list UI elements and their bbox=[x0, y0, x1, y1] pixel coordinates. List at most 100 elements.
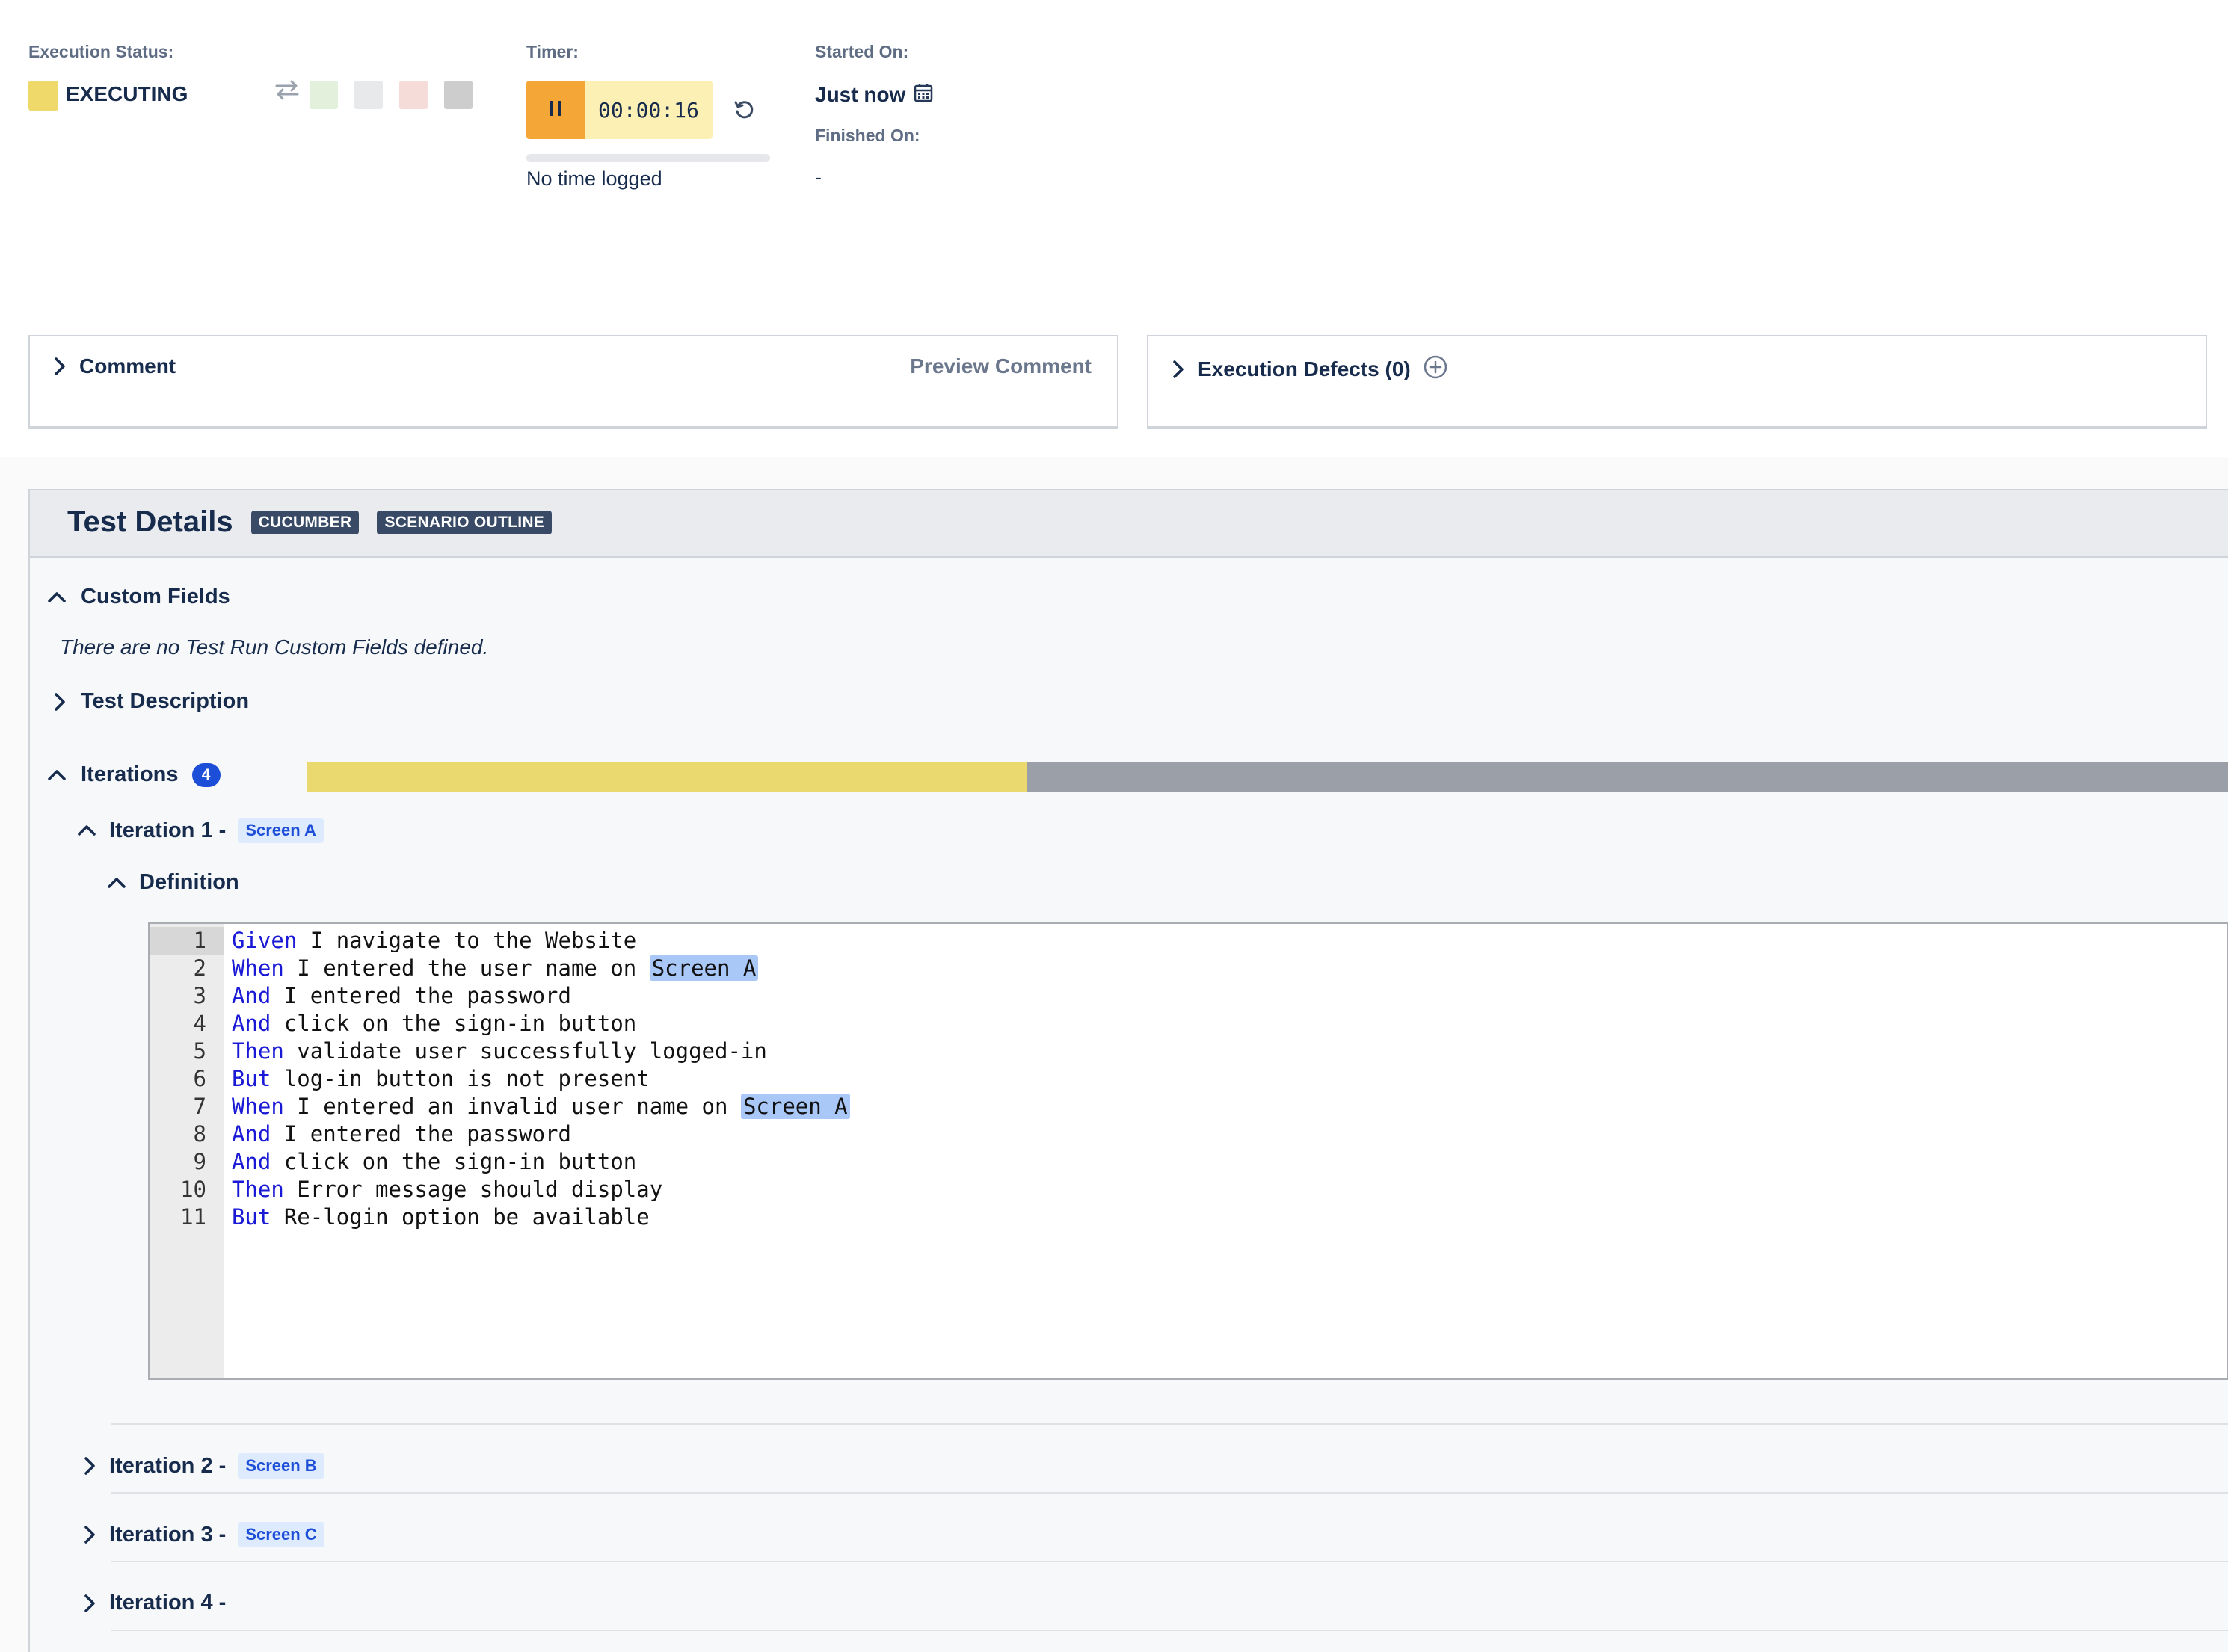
custom-fields-title: Custom Fields bbox=[81, 585, 230, 608]
defects-toggle[interactable]: Execution Defects (0) bbox=[1171, 354, 1448, 383]
gherkin-keyword: Then bbox=[232, 1177, 284, 1202]
chevron-up-icon bbox=[46, 590, 67, 605]
iteration-1-label: Iteration 1 - bbox=[109, 818, 227, 842]
test-details-header: Test Details CUCUMBER SCENARIO OUTLINE bbox=[30, 490, 2228, 558]
pause-icon bbox=[547, 99, 564, 121]
iteration-divider bbox=[111, 1423, 2228, 1425]
gherkin-keyword: Then bbox=[232, 1038, 284, 1064]
line-number: 4 bbox=[193, 1011, 206, 1036]
comment-panel: Comment Preview Comment bbox=[28, 335, 1118, 429]
gherkin-keyword: But bbox=[232, 1204, 271, 1230]
step-text: click on the sign-in button bbox=[271, 1011, 637, 1036]
line-number-gutter: 1 2 3 4 5 6 7 8 9 10 11 bbox=[150, 924, 224, 1378]
line-number: 3 bbox=[193, 983, 206, 1008]
status-option-not-executed[interactable] bbox=[354, 81, 383, 109]
started-on-value: Just now bbox=[815, 82, 906, 106]
code-line: Then Error message should display bbox=[232, 1176, 850, 1203]
swap-arrows-icon[interactable] bbox=[272, 78, 302, 105]
status-option-pass[interactable] bbox=[310, 81, 338, 109]
status-option-fail[interactable] bbox=[399, 81, 428, 109]
code-line: And click on the sign-in button bbox=[232, 1148, 850, 1176]
code-line: When I entered the user name on Screen A bbox=[232, 955, 850, 982]
step-text: I entered an invalid user name on bbox=[283, 1094, 741, 1119]
code-content: Given I navigate to the Website When I en… bbox=[232, 927, 850, 1231]
reset-icon[interactable] bbox=[733, 99, 755, 125]
execution-status-label: Execution Status: bbox=[28, 42, 174, 61]
line-number: 10 bbox=[180, 1177, 206, 1202]
chevron-right-icon bbox=[52, 691, 67, 712]
code-line: But Re-login option be available bbox=[232, 1203, 850, 1231]
step-text: Re-login option be available bbox=[271, 1204, 650, 1230]
chevron-up-icon bbox=[46, 768, 67, 783]
test-details-title-row: Test Details CUCUMBER SCENARIO OUTLINE bbox=[67, 505, 553, 539]
add-circle-icon[interactable] bbox=[1423, 354, 1448, 383]
iterations-title: Iterations bbox=[81, 762, 179, 786]
code-line: And click on the sign-in button bbox=[232, 1010, 850, 1038]
code-line: And I entered the password bbox=[232, 982, 850, 1010]
iteration-divider bbox=[111, 1561, 2228, 1562]
iteration-1-toggle[interactable]: Iteration 1 - Screen A bbox=[76, 818, 324, 843]
chevron-right-icon bbox=[82, 1455, 97, 1476]
chevron-up-icon bbox=[76, 823, 97, 838]
code-line: Then validate user successfully logged-i… bbox=[232, 1038, 850, 1065]
comment-title: Comment bbox=[79, 354, 176, 377]
line-number: 1 bbox=[193, 928, 206, 953]
status-options bbox=[310, 81, 473, 109]
scenario-outline-tag: SCENARIO OUTLINE bbox=[377, 510, 553, 534]
test-details-title: Test Details bbox=[67, 505, 233, 538]
line-number: 6 bbox=[193, 1066, 206, 1091]
line-number: 7 bbox=[193, 1094, 206, 1119]
code-line: Given I navigate to the Website bbox=[232, 927, 850, 955]
gherkin-keyword: And bbox=[232, 1011, 271, 1036]
code-line: When I entered an invalid user name on S… bbox=[232, 1093, 850, 1121]
execution-defects-title: Execution Defects (0) bbox=[1198, 357, 1411, 380]
preview-comment-button[interactable]: Preview Comment bbox=[910, 354, 1092, 378]
comment-toggle[interactable]: Comment bbox=[52, 354, 176, 378]
chevron-right-icon bbox=[82, 1593, 97, 1614]
custom-fields-empty-note: There are no Test Run Custom Fields defi… bbox=[60, 635, 489, 659]
parameter-highlight: Screen A bbox=[740, 1094, 850, 1119]
parameter-highlight: Screen A bbox=[649, 955, 759, 981]
iteration-3-label: Iteration 3 - bbox=[109, 1522, 227, 1547]
iteration-3-screen-tag: Screen C bbox=[238, 1522, 324, 1547]
test-description-title: Test Description bbox=[81, 689, 250, 713]
iteration-divider bbox=[111, 1492, 2228, 1494]
gherkin-keyword: When bbox=[232, 1094, 284, 1119]
status-color-swatch bbox=[28, 81, 58, 111]
finished-on-label: Finished On: bbox=[815, 126, 920, 145]
line-number: 2 bbox=[193, 955, 206, 981]
chevron-right-icon bbox=[52, 356, 67, 377]
iterations-count-badge: 4 bbox=[191, 762, 221, 787]
finished-on-value: - bbox=[815, 166, 822, 188]
definition-code-editor[interactable]: 1 2 3 4 5 6 7 8 9 10 11 Given I navigate to the We… bbox=[148, 922, 2228, 1380]
step-text: I entered the password bbox=[271, 983, 571, 1008]
iteration-4-toggle[interactable]: Iteration 4 - bbox=[82, 1591, 226, 1615]
gherkin-keyword: And bbox=[232, 1149, 271, 1174]
pause-button[interactable] bbox=[526, 81, 585, 139]
gherkin-keyword: When bbox=[232, 955, 284, 981]
definition-toggle[interactable]: Definition bbox=[106, 870, 239, 895]
timer-label: Timer: bbox=[526, 42, 579, 61]
step-text: validate user successfully logged-in bbox=[283, 1038, 767, 1064]
iterations-progress-bar bbox=[307, 762, 2228, 792]
iterations-progress-todo bbox=[1027, 762, 2228, 792]
execution-status-value: EXECUTING bbox=[66, 82, 188, 105]
gherkin-keyword: But bbox=[232, 1066, 271, 1091]
test-description-toggle[interactable]: Test Description bbox=[52, 689, 249, 714]
gherkin-keyword: And bbox=[232, 983, 271, 1008]
iteration-3-toggle[interactable]: Iteration 3 - Screen C bbox=[82, 1522, 324, 1547]
calendar-icon[interactable] bbox=[913, 82, 934, 107]
iteration-4-label: Iteration 4 - bbox=[109, 1591, 227, 1615]
started-on-row: Just now bbox=[815, 82, 934, 107]
iteration-1-screen-tag: Screen A bbox=[238, 818, 324, 843]
started-on-label: Started On: bbox=[815, 42, 909, 61]
line-number: 5 bbox=[193, 1038, 206, 1064]
iteration-2-toggle[interactable]: Iteration 2 - Screen B bbox=[82, 1453, 324, 1479]
custom-fields-toggle[interactable]: Custom Fields bbox=[46, 585, 230, 609]
iteration-2-label: Iteration 2 - bbox=[109, 1453, 227, 1478]
code-line: But log-in button is not present bbox=[232, 1065, 850, 1093]
iterations-toggle[interactable]: Iterations 4 bbox=[46, 762, 221, 787]
time-logged-text: No time logged bbox=[526, 167, 662, 190]
status-option-blocked[interactable] bbox=[444, 81, 473, 109]
step-text: I entered the password bbox=[271, 1121, 571, 1147]
